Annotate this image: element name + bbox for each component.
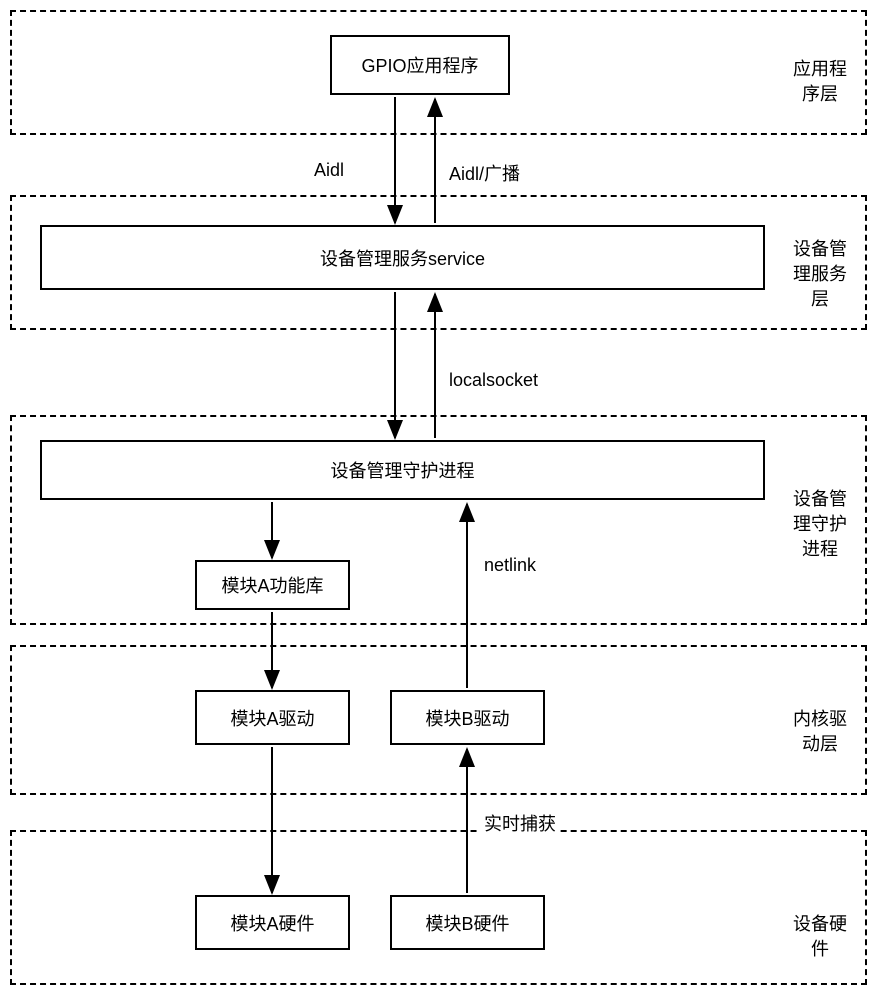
box-device-daemon: 设备管理守护进程 bbox=[40, 440, 765, 500]
box-device-service-text: 设备管理服务service bbox=[320, 245, 485, 271]
label-realtime: 实时捕获 bbox=[480, 810, 560, 836]
box-device-daemon-text: 设备管理守护进程 bbox=[331, 457, 475, 483]
label-netlink: netlink bbox=[480, 555, 540, 576]
box-module-b-driver: 模块B驱动 bbox=[390, 690, 545, 745]
layer-label-hardware: 设备硬件 bbox=[790, 912, 850, 962]
layer-label-daemon: 设备管理守护进程 bbox=[790, 487, 850, 563]
box-module-a-driver-text: 模块A驱动 bbox=[230, 705, 314, 731]
layer-label-service: 设备管理服务层 bbox=[790, 237, 850, 313]
label-localsocket: localsocket bbox=[445, 370, 542, 391]
box-module-a-hw: 模块A硬件 bbox=[195, 895, 350, 950]
box-module-b-hw: 模块B硬件 bbox=[390, 895, 545, 950]
box-module-a-lib-text: 模块A功能库 bbox=[221, 572, 323, 598]
label-aidl-down: Aidl bbox=[310, 160, 348, 181]
label-aidl-up: Aidl/广播 bbox=[445, 160, 524, 186]
layer-label-kernel: 内核驱动层 bbox=[790, 707, 850, 757]
box-module-a-hw-text: 模块A硬件 bbox=[230, 910, 314, 936]
box-device-service: 设备管理服务service bbox=[40, 225, 765, 290]
box-module-a-lib: 模块A功能库 bbox=[195, 560, 350, 610]
layer-label-application: 应用程序层 bbox=[790, 57, 850, 107]
box-gpio-app: GPIO应用程序 bbox=[330, 35, 510, 95]
box-gpio-app-text: GPIO应用程序 bbox=[361, 52, 478, 78]
box-module-b-hw-text: 模块B硬件 bbox=[425, 910, 509, 936]
box-module-b-driver-text: 模块B驱动 bbox=[425, 705, 509, 731]
box-module-a-driver: 模块A驱动 bbox=[195, 690, 350, 745]
